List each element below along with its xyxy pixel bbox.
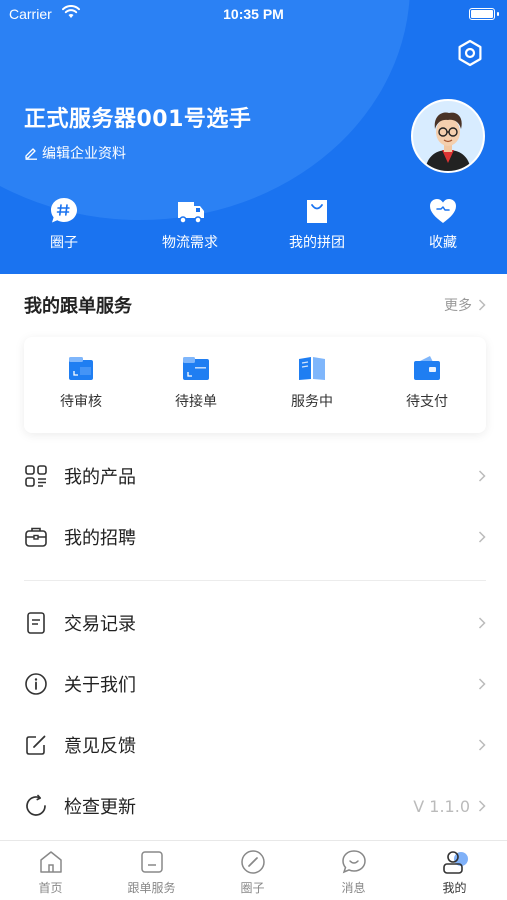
section-title: 我的跟单服务 [24,296,132,317]
shopping-bag-icon [307,200,327,223]
refresh-icon [26,794,46,816]
tab-bar: 首页 跟单服务 圈子 消息 我的 [0,840,507,900]
order-status-label: 待接单 [175,394,217,410]
chevron-right-icon [478,739,486,751]
tab-label: 我的 [442,881,467,895]
user-icon [442,851,468,874]
app-version: V 1.1.0 [413,796,470,816]
edit-profile-label: 编辑企业资料 [42,146,126,162]
order-status-label: 待支付 [406,394,448,410]
home-icon [39,851,62,873]
more-label: 更多 [444,298,472,314]
battery-icon [469,8,499,20]
profile-header: Carrier 10:35 PM 正式服务器001号选手 编辑企业资料 圈子 物… [0,0,507,274]
clock: 10:35 PM [223,6,284,22]
quick-action-label: 收藏 [429,235,457,251]
menu-item-label: 我的产品 [64,467,136,488]
quick-action-label: 物流需求 [162,235,218,251]
chevron-right-icon [478,617,486,629]
menu-item-label: 关于我们 [64,675,136,696]
chevron-right-icon [478,531,486,543]
wallet-icon [414,356,440,380]
edit-square-icon [26,735,46,755]
order-status-awaiting-payment[interactable]: 待支付 [377,353,477,411]
quick-action-label: 圈子 [50,235,78,251]
tab-home[interactable]: 首页 [0,849,101,896]
menu-item-label: 意见反馈 [64,736,136,757]
briefcase-icon [25,527,47,547]
menu-item-transactions[interactable]: 交易记录 [24,603,486,643]
settings-icon[interactable] [455,38,485,68]
menu-item-feedback[interactable]: 意见反馈 [24,725,486,765]
message-icon [341,850,366,874]
pencil-icon [25,148,37,160]
pending-review-icon [69,357,93,380]
book-icon [299,357,325,380]
info-icon [25,673,47,695]
avatar[interactable] [411,99,485,173]
quick-actions: 圈子 物流需求 我的拼团 收藏 [0,196,507,260]
section-divider [24,580,486,581]
quick-action-group-buy[interactable]: 我的拼团 [262,196,372,252]
orders-card: 待审核 待接单 服务中 待支付 [24,337,486,433]
menu-item-label: 交易记录 [64,614,136,635]
order-status-label: 待审核 [60,394,102,410]
service-icon [140,851,163,873]
grid-list-icon [25,465,47,487]
tab-mine[interactable]: 我的 [404,849,505,896]
menu-item-my-products[interactable]: 我的产品 [24,456,486,496]
menu-item-label: 我的招聘 [64,528,136,549]
order-status-label: 服务中 [291,394,333,410]
edit-profile-link[interactable]: 编辑企业资料 [24,143,126,163]
quick-action-circle[interactable]: 圈子 [9,196,119,252]
menu-item-label: 检查更新 [64,797,136,818]
chevron-right-icon [478,299,486,311]
tab-label: 圈子 [240,881,265,895]
menu-item-my-recruitment[interactable]: 我的招聘 [24,517,486,557]
hashtag-chat-icon [51,198,77,223]
quick-action-favorites[interactable]: 收藏 [388,196,498,252]
status-bar: Carrier 10:35 PM [0,0,507,30]
tab-label: 跟单服务 [127,881,176,895]
chevron-right-icon [478,678,486,690]
tab-circle[interactable]: 圈子 [202,849,303,896]
heart-icon [430,199,456,223]
tab-messages[interactable]: 消息 [303,849,404,896]
tab-services[interactable]: 跟单服务 [101,849,202,896]
order-status-awaiting-acceptance[interactable]: 待接单 [146,353,246,411]
folder-icon [183,357,209,380]
orders-section-header: 我的跟单服务 更多 [24,290,486,320]
menu-item-about-us[interactable]: 关于我们 [24,664,486,704]
chevron-right-icon [478,800,486,812]
menu-item-check-update[interactable]: 检查更新 V 1.1.0 [24,786,486,826]
chevron-right-icon [478,470,486,482]
order-status-in-service[interactable]: 服务中 [262,353,362,411]
more-link[interactable]: 更多 [444,295,486,315]
order-status-pending-review[interactable]: 待审核 [31,353,131,411]
compass-icon [240,850,265,874]
tab-label: 首页 [38,881,63,895]
tab-label: 消息 [341,881,366,895]
quick-action-label: 我的拼团 [289,235,345,251]
quick-action-logistics[interactable]: 物流需求 [135,196,245,252]
user-name: 正式服务器001号选手 [24,107,252,132]
truck-icon [178,202,204,224]
document-icon [27,612,45,634]
